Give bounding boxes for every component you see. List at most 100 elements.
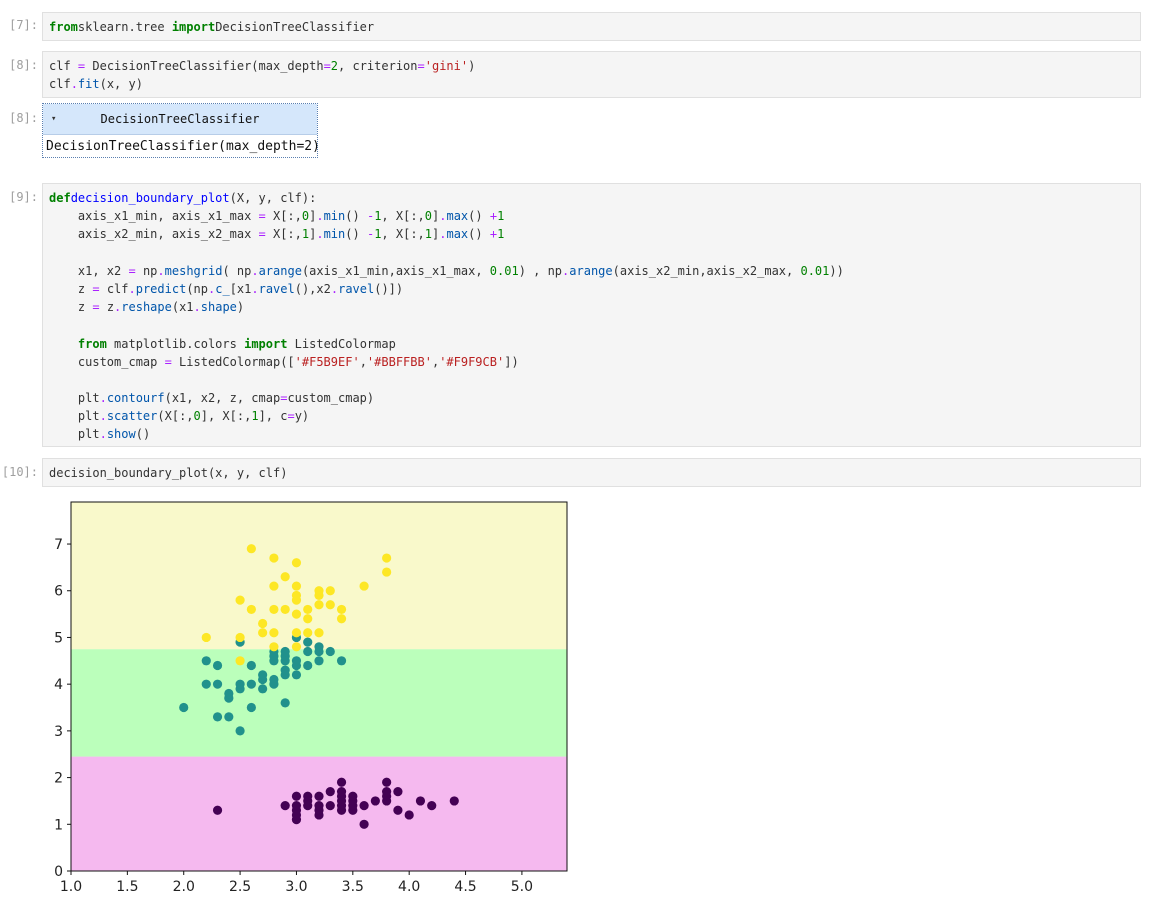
data-point-class-2 — [325, 600, 335, 610]
data-point-class-2 — [291, 558, 302, 568]
code-token: (x1, x2, z, cmap — [164, 391, 281, 406]
data-point-class-2 — [303, 614, 313, 624]
code-cell-8[interactable]: clf = DecisionTreeClassifier(max_depth=2… — [42, 51, 1141, 98]
code-token: 1 — [497, 227, 505, 242]
code-token: fit — [77, 77, 100, 92]
data-point-class-1 — [303, 660, 313, 671]
data-point-class-2 — [246, 604, 256, 615]
code-token: contourf — [106, 391, 165, 406]
code-line: axis_x1_min, axis_x1_max = X[:,0].min() … — [49, 207, 1134, 225]
data-point-class-2 — [235, 656, 245, 666]
data-point-class-2 — [235, 595, 245, 605]
code-line: clf.fit(x, y) — [49, 75, 1134, 93]
data-point-class-1 — [212, 679, 223, 689]
data-point-class-1 — [246, 679, 256, 689]
code-token: , — [359, 354, 367, 369]
code-token: arange — [258, 263, 302, 278]
code-token: , criterion — [338, 59, 418, 73]
code-line: fromsklearn.tree importDecisionTreeClass… — [49, 18, 1134, 36]
code-token: . — [99, 391, 107, 406]
code-token: = — [323, 59, 331, 73]
data-point-class-2 — [269, 604, 279, 615]
code-token: ) , np — [518, 263, 563, 278]
data-point-class-0 — [382, 786, 392, 797]
data-point-class-1 — [224, 688, 234, 699]
code-cell-10[interactable]: decision_boundary_plot(x, y, clf) — [42, 458, 1141, 487]
data-point-class-0 — [382, 777, 392, 787]
data-point-class-2 — [314, 586, 324, 596]
code-token: ListedColormap([ — [171, 354, 295, 369]
y-tick-label: 0 — [54, 864, 63, 880]
code-token: plt — [49, 391, 100, 406]
code-token: ) — [468, 59, 476, 73]
x-tick-label: 1.5 — [116, 879, 138, 895]
code-line: axis_x2_min, axis_x2_max = X[:,1].min() … — [49, 225, 1134, 243]
x-tick-label: 4.5 — [454, 879, 476, 895]
data-point-class-2 — [280, 604, 290, 615]
code-token: max — [446, 209, 469, 224]
code-token: . — [128, 281, 136, 296]
code-token: import — [244, 336, 288, 351]
data-point-class-2 — [258, 628, 268, 638]
code-token: 0.01 — [489, 263, 519, 278]
data-point-class-2 — [382, 567, 392, 577]
decision-boundary-plot: 1.0 1.5 2.0 2.5 3.0 3.5 4.0 4.5 5.0 0 1 2 3 4 5 6 7 — [54, 501, 568, 895]
cell-7-prompt: [7]: — [9, 18, 38, 32]
data-point-class-0 — [393, 786, 403, 797]
data-point-class-2 — [269, 642, 279, 652]
code-token: axis_x2_min, axis_x2_max — [49, 227, 259, 242]
code-token: meshgrid — [164, 263, 223, 278]
data-point-class-0 — [427, 801, 437, 811]
data-point-class-0 — [314, 791, 324, 801]
data-point-class-1 — [314, 656, 324, 666]
code-token: () — [135, 427, 151, 442]
code-token: max — [446, 227, 469, 242]
data-point-class-2 — [336, 614, 347, 624]
code-token: ], c — [258, 409, 288, 424]
code-token: + — [489, 209, 498, 224]
code-cell-9[interactable]: defdecision_boundary_plot(X, y, clf): ax… — [42, 183, 1141, 447]
code-token: X[:, — [265, 227, 302, 242]
code-cell-7[interactable]: fromsklearn.tree importDecisionTreeClass… — [42, 12, 1141, 41]
x-tick-label: 3.5 — [342, 879, 364, 895]
y-tick-label: 4 — [54, 677, 63, 693]
data-point-class-0 — [336, 777, 347, 787]
code-token: 1 — [251, 409, 259, 424]
code-token: predict — [135, 281, 187, 296]
code-token: ListedColormap — [287, 336, 396, 351]
data-point-class-1 — [235, 726, 245, 736]
data-point-class-0 — [336, 786, 347, 797]
y-tick-label: 2 — [54, 771, 63, 787]
code-token: = — [287, 409, 295, 424]
code-token: . — [251, 263, 259, 278]
code-token: (axis_x1_min,axis_x1_max, — [301, 263, 490, 278]
data-point-class-0 — [393, 805, 403, 815]
code-line: from matplotlib.colors import ListedColo… — [49, 335, 1134, 353]
data-point-class-1 — [201, 656, 211, 666]
x-tick-label: 1.0 — [60, 879, 82, 895]
data-point-class-0 — [325, 801, 335, 811]
code-token: plt — [49, 409, 100, 424]
code-token: matplotlib.colors — [106, 336, 245, 351]
x-tick-label: 4.0 — [398, 879, 420, 895]
code-token: = — [128, 263, 136, 278]
code-token: '#BBFFBB' — [366, 354, 432, 369]
code-token: () — [345, 227, 367, 242]
data-point-class-1 — [179, 702, 189, 713]
code-token: (X, y, clf): — [229, 191, 317, 205]
code-token: DecisionTreeClassifier — [215, 20, 375, 34]
code-token: clf — [49, 59, 78, 73]
data-point-class-2 — [280, 572, 290, 582]
decision-region-2 — [71, 502, 567, 650]
data-point-class-2 — [291, 628, 302, 638]
data-point-class-1 — [246, 660, 256, 671]
data-point-class-1 — [303, 646, 313, 657]
code-line: clf = DecisionTreeClassifier(max_depth=2… — [49, 57, 1134, 75]
cell-8-prompt: [8]: — [9, 58, 38, 72]
code-token: axis_x1_min, axis_x1_max — [49, 209, 259, 224]
code-token: X[:, — [265, 209, 302, 224]
collapse-arrow-icon[interactable]: ▾ — [51, 104, 56, 134]
estimator-header[interactable]: ▾ DecisionTreeClassifier — [43, 104, 317, 135]
data-point-class-1 — [201, 679, 211, 689]
code-token: = — [258, 209, 266, 224]
